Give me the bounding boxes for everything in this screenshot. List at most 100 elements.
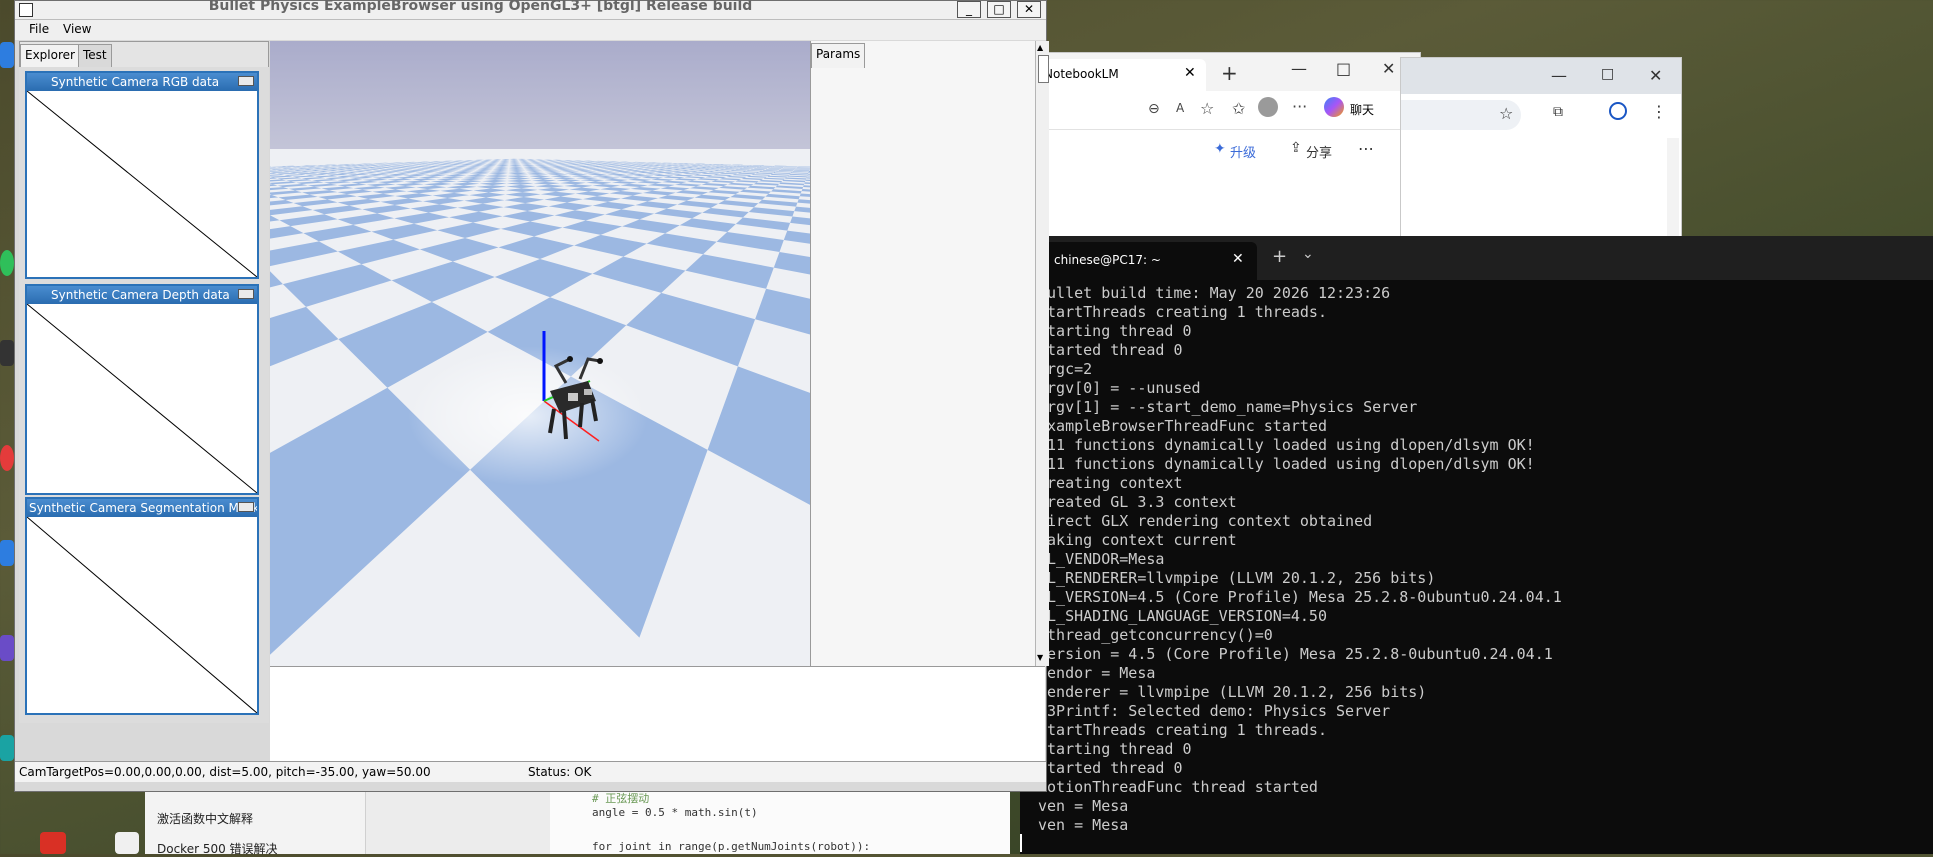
maximize-button[interactable]: □ (987, 1, 1011, 18)
terminal-line: MotionThreadFunc thread started (1020, 778, 1933, 797)
desktop-icon-teal[interactable] (0, 735, 14, 761)
file-icon[interactable] (115, 832, 139, 854)
terminal-line: starting thread 0 (1020, 322, 1933, 341)
close-window-icon[interactable]: ✕ (1382, 59, 1395, 78)
chevron-down-icon[interactable]: ⌄ (1302, 246, 1314, 262)
terminal-line: argc=2 (1020, 360, 1933, 379)
camera-depth-image (27, 304, 257, 493)
close-icon[interactable]: ✕ (1184, 65, 1196, 81)
terminal-line: Bullet build time: May 20 2026 12:23:26 (1020, 284, 1933, 303)
read-aloud-icon[interactable]: A (1176, 101, 1184, 115)
editor-chat-sidebar: 激活函数中文解释 Docker 500 错误解决 (145, 790, 365, 854)
desktop-icon-blue2[interactable] (0, 540, 14, 566)
3d-viewport[interactable] (270, 41, 810, 666)
terminal-line: argv[1] = --start_demo_name=Physics Serv… (1020, 398, 1933, 417)
close-button[interactable]: ✕ (1017, 1, 1041, 18)
terminal-window[interactable]: chinese@PC17: ~ ✕ + ⌄ Bullet build time:… (1020, 236, 1933, 854)
terminal-line: ven = Mesa (1020, 816, 1933, 835)
collapse-icon[interactable] (238, 502, 254, 512)
share-button[interactable]: 分享 (1306, 142, 1332, 161)
chrome-tab-strip (1401, 58, 1681, 94)
scene-svg[interactable] (270, 41, 810, 666)
desktop-icon-red[interactable] (0, 445, 14, 471)
terminal-line: GL_RENDERER=llvmpipe (LLVM 20.1.2, 256 b… (1020, 569, 1933, 588)
vertical-scrollbar[interactable]: ▲ ▼ (1035, 41, 1049, 666)
menu-icon[interactable]: ⋮ (1651, 102, 1667, 121)
scroll-thumb[interactable] (1038, 55, 1049, 83)
more-options-icon[interactable]: ⋯ (1358, 139, 1374, 158)
collapse-icon[interactable] (238, 289, 254, 299)
copilot-icon[interactable] (1324, 97, 1344, 117)
minimize-icon[interactable]: — (1291, 59, 1307, 78)
desktop-icon-purple[interactable] (0, 635, 14, 661)
terminal-line: ven = Mesa (1020, 797, 1933, 816)
terminal-line: startThreads creating 1 threads. (1020, 303, 1933, 322)
desktop-icon-gray[interactable] (0, 340, 14, 366)
window-title: Bullet Physics ExampleBrowser using Open… (15, 0, 946, 14)
maximize-icon[interactable]: □ (1336, 59, 1351, 78)
terminal-tab[interactable]: chinese@PC17: ~ ✕ (1020, 242, 1257, 280)
status-bar: CamTargetPos=0.00,0.00,0.00, dist=5.00, … (15, 761, 1046, 782)
profile-icon[interactable] (1609, 102, 1627, 120)
console-output-area[interactable] (270, 666, 1045, 762)
new-tab-icon[interactable]: + (1272, 246, 1287, 267)
tab-params[interactable]: Params (811, 43, 865, 68)
chat-button[interactable]: 聊天 (1350, 101, 1374, 118)
upgrade-button[interactable]: 升级 (1230, 142, 1256, 161)
menu-view[interactable]: View (63, 22, 91, 36)
terminal-cursor (1020, 834, 1022, 852)
camera-panel-header[interactable]: Synthetic Camera RGB data (27, 73, 257, 91)
terminal-line: Renderer = llvmpipe (LLVM 20.1.2, 256 bi… (1020, 683, 1933, 702)
scroll-down-arrow[interactable]: ▼ (1037, 653, 1043, 662)
camera-rgb-panel[interactable]: Synthetic Camera RGB data (25, 71, 259, 279)
edge-tab-title: NotebookLM (1044, 67, 1119, 81)
close-window-icon[interactable]: ✕ (1649, 66, 1662, 85)
camera-segmentation-panel[interactable]: Synthetic Camera Segmentation Mask (25, 497, 259, 715)
terminal-line: starting thread 0 (1020, 740, 1933, 759)
favorite-icon[interactable]: ☆ (1200, 99, 1214, 118)
camera-depth-panel[interactable]: Synthetic Camera Depth data (25, 284, 259, 495)
minimize-icon[interactable]: — (1551, 66, 1567, 85)
desktop-icon-blue[interactable] (0, 42, 14, 68)
bookmark-icon[interactable]: ☆ (1499, 104, 1513, 123)
chrome-scrollbar[interactable] (1667, 138, 1679, 242)
scroll-up-arrow[interactable]: ▲ (1037, 43, 1043, 52)
tab-explorer[interactable]: Explorer (20, 44, 80, 69)
pdf-file-icon[interactable] (40, 832, 66, 854)
terminal-line: pthread_getconcurrency()=0 (1020, 626, 1933, 645)
tab-test[interactable]: Test (78, 44, 112, 67)
zoom-icon[interactable]: ⊖ (1148, 101, 1160, 117)
camera-panel-title: Synthetic Camera RGB data (51, 75, 219, 89)
sidebar-item[interactable]: 激活函数中文解释 (157, 810, 253, 827)
tab-search-icon[interactable]: ⧉ (1553, 104, 1563, 120)
collapse-icon[interactable] (238, 76, 254, 86)
close-icon[interactable]: ✕ (1232, 251, 1244, 267)
profile-icon[interactable] (1258, 97, 1278, 117)
sparkle-icon: ✦ (1214, 141, 1226, 157)
sky (270, 41, 810, 151)
title-bar[interactable]: Bullet Physics ExampleBrowser using Open… (15, 1, 1046, 20)
menu-bar: File View (15, 20, 1046, 40)
camera-panel-header[interactable]: Synthetic Camera Segmentation Mask (27, 499, 257, 517)
sidebar-item[interactable]: Docker 500 错误解决 (157, 840, 278, 857)
favorites-bar-icon[interactable]: ✩ (1232, 99, 1245, 118)
terminal-line: X11 functions dynamically loaded using d… (1020, 436, 1933, 455)
edge-tab[interactable]: NotebookLM ✕ (1036, 59, 1206, 91)
maximize-icon[interactable]: □ (1601, 66, 1614, 82)
menu-file[interactable]: File (29, 22, 49, 36)
desktop-icon-green[interactable] (0, 250, 14, 276)
new-tab-icon[interactable]: + (1221, 61, 1238, 85)
minimize-button[interactable]: _ (957, 1, 981, 18)
code-line: for joint in range(p.getNumJoints(robot)… (592, 840, 870, 853)
camera-panel-title: Synthetic Camera Segmentation Mask (29, 501, 257, 515)
more-icon[interactable]: ··· (1292, 97, 1307, 116)
terminal-line: b3Printf: Selected demo: Physics Server (1020, 702, 1933, 721)
terminal-line: Creating context (1020, 474, 1933, 493)
editor-code-area[interactable]: # 正弦摆动 angle = 0.5 * math.sin(t) for joi… (550, 790, 1010, 854)
chrome-browser-window: — □ ✕ ☆ ⧉ ⋮ (1400, 57, 1682, 244)
camera-panel-title: Synthetic Camera Depth data (51, 288, 230, 302)
terminal-line: Version = 4.5 (Core Profile) Mesa 25.2.8… (1020, 645, 1933, 664)
camera-panel-header[interactable]: Synthetic Camera Depth data (27, 286, 257, 304)
edge-address-bar[interactable] (1036, 97, 1156, 123)
terminal-line: Direct GLX rendering context obtained (1020, 512, 1933, 531)
